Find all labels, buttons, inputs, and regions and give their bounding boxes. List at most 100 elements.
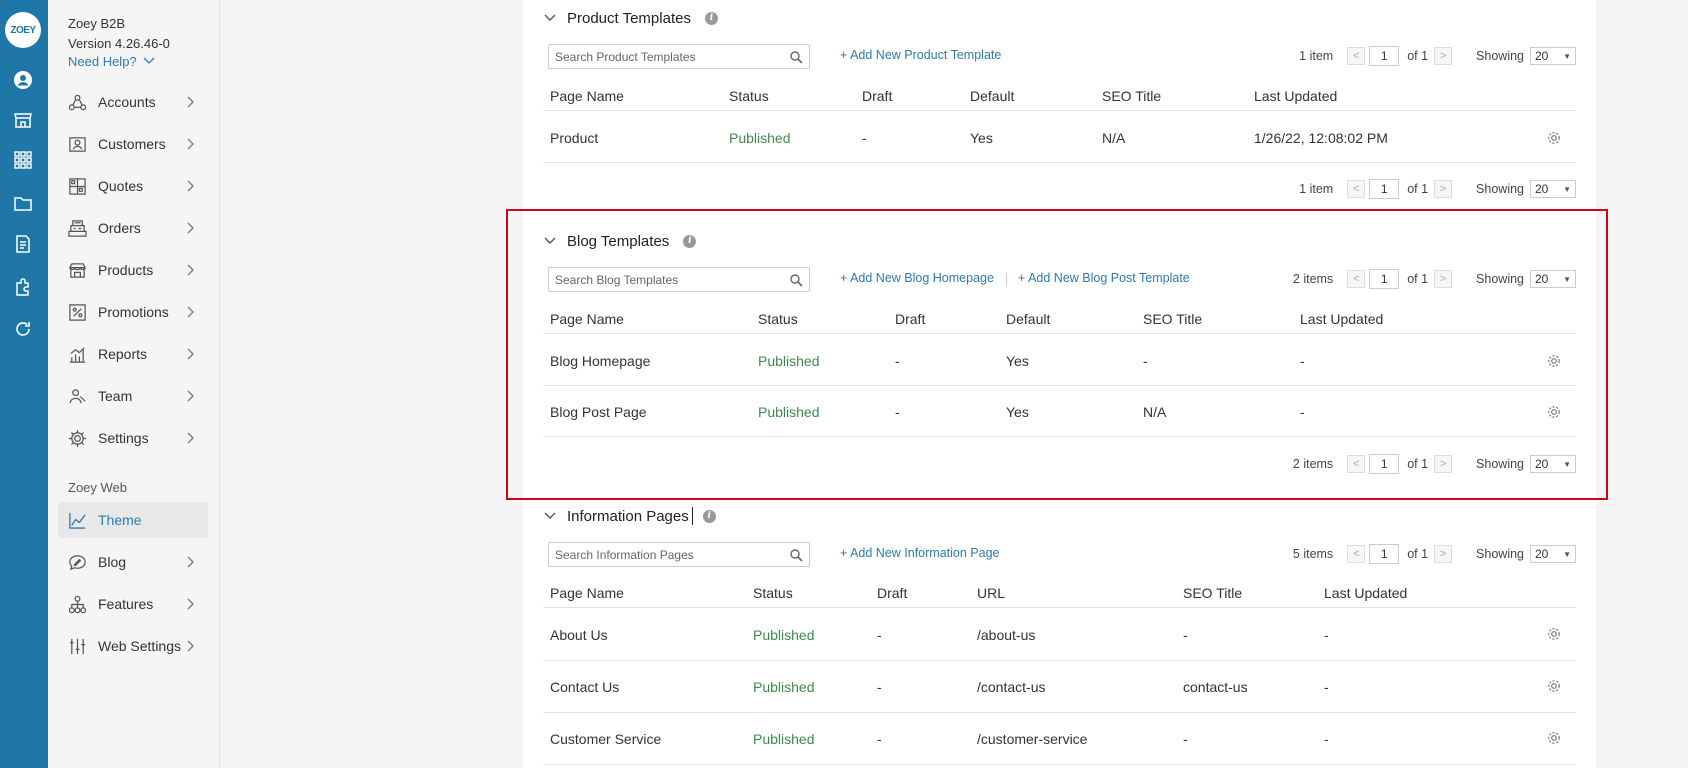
column-header[interactable]: SEO Title	[1183, 578, 1242, 607]
column-header[interactable]: Page Name	[550, 81, 624, 110]
sidebar-item-quotes[interactable]: Quotes	[58, 168, 208, 204]
pager-top: 1 item < 1 of 1 > Showing 20 ▼	[1299, 45, 1576, 67]
info-icon[interactable]: i	[704, 11, 718, 25]
section-header[interactable]: Information Pages i	[543, 505, 716, 527]
item-count: 5 items	[1292, 547, 1334, 561]
next-page-button[interactable]: >	[1434, 180, 1453, 198]
dropdown-arrow-icon: ▼	[1563, 51, 1571, 61]
column-header[interactable]: Page Name	[550, 578, 624, 607]
sidebar-item-orders[interactable]: Orders	[58, 210, 208, 246]
column-header[interactable]: Draft	[895, 304, 925, 333]
gear-icon[interactable]	[1546, 626, 1562, 642]
info-icon[interactable]: i	[702, 509, 716, 523]
search-input[interactable]	[549, 272, 779, 287]
page-number-input[interactable]: 1	[1369, 454, 1400, 474]
column-header[interactable]: Status	[758, 304, 798, 333]
column-header[interactable]: Last Updated	[1324, 578, 1407, 607]
page-name-cell: About Us	[550, 626, 608, 643]
table-row[interactable]: Blog Homepage Published - Yes - -	[543, 336, 1576, 386]
table-row[interactable]: Customer Service Published - /customer-s…	[543, 713, 1576, 765]
sidebar-item-products[interactable]: Products	[58, 252, 208, 288]
per-page-select[interactable]: 20 ▼	[1530, 180, 1576, 198]
table-row[interactable]: About Us Published - /about-us - -	[543, 609, 1576, 661]
next-page-button[interactable]: >	[1434, 270, 1453, 288]
column-header[interactable]: Default	[1006, 304, 1050, 333]
column-header[interactable]: Page Name	[550, 304, 624, 333]
per-page-select[interactable]: 20 ▼	[1530, 545, 1576, 563]
next-page-button[interactable]: >	[1434, 545, 1453, 563]
gear-icon[interactable]	[1546, 404, 1562, 420]
search-input[interactable]	[549, 547, 779, 562]
sidebar-item-features[interactable]: Features	[58, 586, 208, 622]
apps-grid-icon[interactable]	[12, 149, 34, 171]
search-icon[interactable]	[789, 50, 803, 64]
prev-page-button[interactable]: <	[1347, 545, 1366, 563]
prev-page-button[interactable]: <	[1347, 455, 1366, 473]
column-header[interactable]: Last Updated	[1254, 81, 1337, 110]
page-number-input[interactable]: 1	[1369, 269, 1400, 289]
sidebar-item-settings[interactable]: Settings	[58, 420, 208, 456]
per-page-select[interactable]: 20 ▼	[1530, 270, 1576, 288]
column-header[interactable]: Draft	[862, 81, 892, 110]
add-blog-post-template-link[interactable]: + Add New Blog Post Template	[1018, 271, 1190, 285]
prev-page-button[interactable]: <	[1347, 180, 1366, 198]
page-number-input[interactable]: 1	[1369, 544, 1400, 564]
column-header[interactable]: SEO Title	[1143, 304, 1202, 333]
search-input[interactable]	[549, 49, 779, 64]
store-icon[interactable]	[12, 109, 34, 131]
per-page-select[interactable]: 20 ▼	[1530, 455, 1576, 473]
table-row[interactable]: Contact Us Published - /contact-us conta…	[543, 661, 1576, 713]
search-input-box[interactable]	[548, 44, 810, 69]
column-header[interactable]: Status	[753, 578, 793, 607]
column-header[interactable]: Draft	[877, 578, 907, 607]
main-content: Product Templates i + Add New Product Te…	[523, 0, 1596, 768]
table-row[interactable]: Blog Post Page Published - Yes N/A -	[543, 387, 1576, 437]
sidebar-item-theme[interactable]: Theme	[58, 502, 208, 538]
per-page-select[interactable]: 20 ▼	[1530, 47, 1576, 65]
page-number-input[interactable]: 1	[1369, 46, 1400, 66]
folder-icon[interactable]	[12, 192, 34, 214]
search-icon[interactable]	[789, 548, 803, 562]
section-header[interactable]: Product Templates i	[543, 7, 718, 29]
column-header[interactable]: URL	[977, 578, 1005, 607]
need-help-link[interactable]: Need Help?	[68, 54, 155, 69]
add-product-template-link[interactable]: + Add New Product Template	[840, 48, 1001, 62]
gear-icon[interactable]	[1546, 130, 1562, 146]
sidebar-item-accounts[interactable]: Accounts	[58, 84, 208, 120]
page-total: of 1	[1407, 182, 1429, 196]
column-header[interactable]: Last Updated	[1300, 304, 1383, 333]
section-header[interactable]: Blog Templates i	[543, 230, 697, 252]
sidebar-item-blog[interactable]: Blog	[58, 544, 208, 580]
document-icon[interactable]	[12, 233, 34, 255]
search-icon[interactable]	[789, 273, 803, 287]
zoey-logo[interactable]: ZOEY	[5, 12, 41, 48]
next-page-button[interactable]: >	[1434, 455, 1453, 473]
refresh-icon[interactable]	[12, 318, 34, 340]
gear-icon[interactable]	[1546, 678, 1562, 694]
prev-page-button[interactable]: <	[1347, 47, 1366, 65]
sidebar-item-customers[interactable]: Customers	[58, 126, 208, 162]
table-header: Page Name Status Draft URL SEO Title Las…	[543, 578, 1576, 608]
puzzle-icon[interactable]	[12, 276, 34, 298]
add-information-page-link[interactable]: + Add New Information Page	[840, 546, 999, 560]
table-row[interactable]: Product Published - Yes N/A 1/26/22, 12:…	[543, 113, 1576, 163]
sidebar-item-promotions[interactable]: Promotions	[58, 294, 208, 330]
column-header[interactable]: Default	[970, 81, 1014, 110]
info-icon[interactable]: i	[683, 234, 697, 248]
sidebar-item-web-settings[interactable]: Web Settings	[58, 628, 208, 664]
next-page-button[interactable]: >	[1434, 47, 1453, 65]
prev-page-button[interactable]: <	[1347, 270, 1366, 288]
column-header[interactable]: SEO Title	[1102, 81, 1161, 110]
chevron-right-icon	[187, 180, 194, 192]
search-input-box[interactable]	[548, 542, 810, 567]
add-blog-homepage-link[interactable]: + Add New Blog Homepage	[840, 271, 994, 285]
sidebar-item-reports[interactable]: Reports	[58, 336, 208, 372]
column-header[interactable]: Status	[729, 81, 769, 110]
gear-icon[interactable]	[1546, 730, 1562, 746]
page-number-input[interactable]: 1	[1369, 179, 1400, 199]
profile-icon[interactable]	[12, 69, 34, 91]
search-input-box[interactable]	[548, 267, 810, 292]
per-page-value: 20	[1535, 272, 1549, 286]
gear-icon[interactable]	[1546, 353, 1562, 369]
sidebar-item-team[interactable]: Team	[58, 378, 208, 414]
